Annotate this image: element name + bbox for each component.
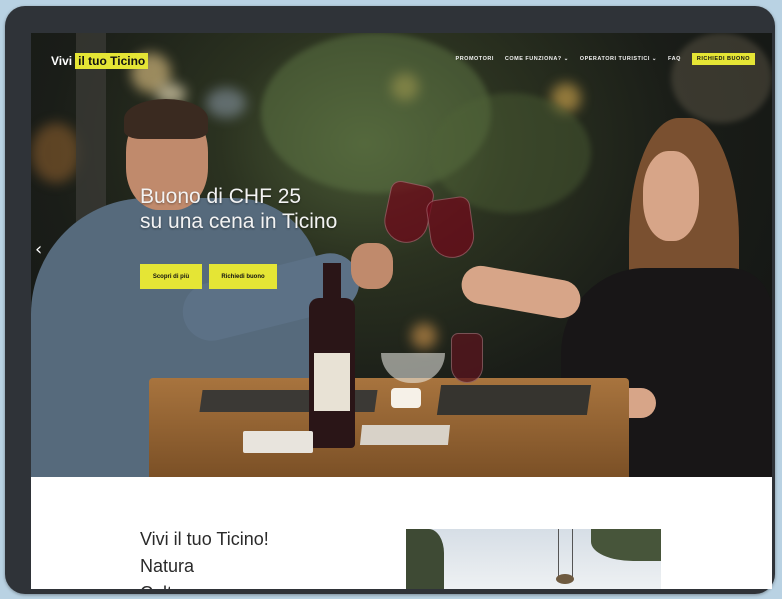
browser-viewport: Vivi il tuo Ticino PROMOTORI COME FUNZIO… (31, 33, 772, 589)
hero-headline-line: su una cena in Ticino (140, 210, 338, 233)
woman-face (643, 151, 699, 241)
site-logo[interactable]: Vivi il tuo Ticino (51, 53, 149, 69)
foliage (431, 93, 591, 213)
napkin (243, 431, 313, 453)
foliage (671, 33, 772, 123)
tree-canopy (591, 529, 661, 561)
placemat (436, 385, 592, 415)
wine-glass (425, 195, 477, 261)
logo-prefix: Vivi (51, 54, 73, 68)
nav-cta-richiedi-buono[interactable]: RICHIEDI BUONO (691, 53, 755, 65)
swing-rope (558, 529, 559, 577)
nav-item-faq[interactable]: FAQ (668, 56, 681, 62)
wine-glass (451, 333, 483, 383)
nav-item-operatori-turistici[interactable]: OPERATORI TURISTICI ⌄ (580, 56, 657, 62)
main-nav: PROMOTORI COME FUNZIONA? ⌄ OPERATORI TUR… (456, 53, 755, 65)
hero-section: Vivi il tuo Ticino PROMOTORI COME FUNZIO… (31, 33, 772, 477)
intro-item: Natura (140, 556, 195, 576)
bokeh-light (206, 88, 246, 118)
man-hair (124, 99, 208, 139)
intro-image (406, 529, 661, 589)
intro-item: Cultura (140, 580, 269, 589)
candle (391, 388, 421, 408)
man-hand (351, 243, 393, 289)
swing-rope (572, 529, 573, 577)
bokeh-light (31, 123, 81, 183)
palm-tree (406, 529, 444, 589)
plate (359, 425, 451, 445)
bokeh-light (411, 323, 437, 349)
swing-seat (556, 574, 574, 584)
nav-item-promotori[interactable]: PROMOTORI (456, 56, 494, 62)
nav-item-come-funziona[interactable]: COME FUNZIONA? ⌄ (505, 56, 569, 62)
slider-prev-icon[interactable]: ‹ (35, 241, 42, 259)
tablet-frame: Vivi il tuo Ticino PROMOTORI COME FUNZIO… (5, 6, 775, 594)
intro-text: Vivi il tuo Ticino! Natura Cultura (140, 526, 269, 589)
woman-arm (458, 262, 584, 322)
hero-headline: Buono di CHF 25 su una cena in Ticino (140, 184, 337, 234)
logo-highlight: il tuo Ticino (75, 53, 149, 69)
wine-bottle-label (314, 353, 350, 411)
intro-section: Vivi il tuo Ticino! Natura Cultura (31, 477, 772, 589)
discover-more-button[interactable]: Scopri di più (140, 264, 202, 289)
request-voucher-button[interactable]: Richiedi buono (209, 264, 277, 289)
intro-title: Vivi il tuo Ticino! (140, 529, 269, 549)
hero-headline-line: Buono di CHF 25 (140, 185, 302, 208)
